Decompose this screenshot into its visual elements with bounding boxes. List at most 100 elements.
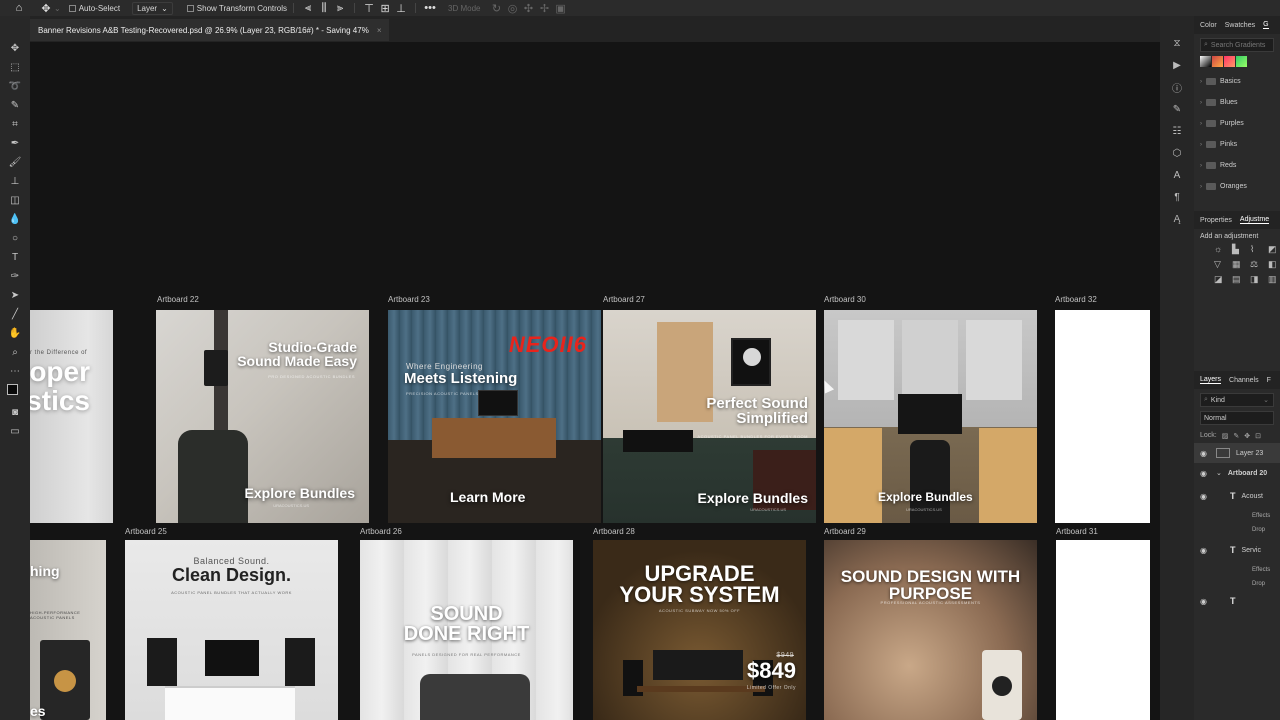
- auto-select-checkbox[interactable]: Auto-Select: [68, 4, 120, 13]
- home-icon[interactable]: ⌂: [0, 0, 38, 16]
- curves-icon[interactable]: ⌇: [1250, 244, 1264, 255]
- 3d-camera-icon[interactable]: ▣: [553, 0, 569, 16]
- blend-mode-dropdown[interactable]: Normal: [1200, 411, 1274, 425]
- type-tool-icon[interactable]: T: [4, 249, 26, 266]
- info-icon[interactable]: ⓘ: [1167, 80, 1187, 95]
- tab-adjustments[interactable]: Adjustme: [1239, 216, 1270, 224]
- align-bottom-icon[interactable]: ⊥: [393, 0, 409, 16]
- align-left-icon[interactable]: ⫷: [300, 0, 316, 16]
- artboard-26-label[interactable]: Artboard 26: [360, 527, 402, 536]
- adjustments-icon[interactable]: ☷: [1167, 124, 1187, 138]
- more-options-icon[interactable]: •••: [422, 0, 438, 16]
- artboard-23[interactable]: NEOII6 Where Engineering Meets Listening…: [388, 310, 601, 523]
- artboard-29-label[interactable]: Artboard 29: [824, 527, 866, 536]
- zoom-tool-icon[interactable]: ⌕: [4, 344, 26, 361]
- folder-basics[interactable]: › Basics: [1194, 71, 1280, 92]
- folder-reds[interactable]: › Reds: [1194, 155, 1280, 176]
- gradient-map-icon[interactable]: ▥: [1268, 274, 1280, 285]
- quick-select-tool-icon[interactable]: ✎: [4, 97, 26, 114]
- more-tools-icon[interactable]: ⋯: [4, 363, 26, 380]
- gradient-swatch[interactable]: [1236, 56, 1247, 67]
- folder-pinks[interactable]: › Pinks: [1194, 134, 1280, 155]
- artboard-32-label[interactable]: Artboard 32: [1055, 295, 1097, 304]
- lock-brush-icon[interactable]: ✎: [1233, 432, 1239, 440]
- visibility-eye-icon[interactable]: ◉: [1200, 597, 1210, 606]
- document-tab[interactable]: Banner Revisions A&B Testing-Recovered.p…: [30, 19, 390, 41]
- invert-icon[interactable]: ◪: [1214, 274, 1228, 285]
- artboard-partial-left-bottom[interactable]: hing HIGH-PERFORMANCE ACOUSTIC PANELS es: [30, 540, 106, 720]
- artboard-32[interactable]: [1055, 310, 1150, 523]
- visibility-eye-icon[interactable]: ◉: [1200, 449, 1210, 458]
- hand-tool-icon[interactable]: ✋: [4, 325, 26, 342]
- layer-effect-drop-shadow[interactable]: Drop: [1194, 523, 1280, 537]
- layer-row-artboard-20[interactable]: ◉ ⌄ Artboard 20: [1194, 463, 1280, 483]
- artboard-31[interactable]: [1056, 540, 1150, 720]
- layer-effects-label[interactable]: Effects: [1194, 563, 1280, 577]
- artboard-22[interactable]: Studio-Grade Sound Made Easy PRO DESIGNE…: [156, 310, 369, 523]
- brush-tool-icon[interactable]: 🖌: [4, 154, 26, 171]
- actions-play-icon[interactable]: ▶: [1167, 58, 1187, 72]
- glyphs-icon[interactable]: Ą: [1167, 212, 1187, 226]
- layer-row-layer-23[interactable]: ◉ Layer 23: [1194, 443, 1280, 463]
- eyedropper-tool-icon[interactable]: ✒: [4, 135, 26, 152]
- eraser-tool-icon[interactable]: ◫: [4, 192, 26, 209]
- vibrance-icon[interactable]: ▽: [1214, 259, 1228, 270]
- artboard-25[interactable]: Balanced Sound. Clean Design. ACOUSTIC P…: [125, 540, 338, 720]
- folder-oranges[interactable]: › Oranges: [1194, 176, 1280, 197]
- lasso-tool-icon[interactable]: ➰: [4, 78, 26, 95]
- history-icon[interactable]: ⧖: [1167, 36, 1187, 50]
- artboard-30[interactable]: Explore Bundles URACOUSTICS.US: [824, 310, 1037, 523]
- layer-filter-dropdown[interactable]: ⌕ Kind ⌄: [1200, 393, 1274, 407]
- align-top-icon[interactable]: ⊤: [361, 0, 377, 16]
- brush-settings-icon[interactable]: ✎: [1167, 102, 1187, 116]
- chevron-down-icon[interactable]: ⌄: [1216, 469, 1222, 477]
- hue-saturation-icon[interactable]: ▦: [1232, 259, 1246, 270]
- tab-color[interactable]: Color: [1200, 22, 1217, 29]
- threshold-icon[interactable]: ◨: [1250, 274, 1264, 285]
- artboard-31-label[interactable]: Artboard 31: [1056, 527, 1098, 536]
- 3d-rotate-icon[interactable]: ↻: [489, 0, 505, 16]
- posterize-icon[interactable]: ▤: [1232, 274, 1246, 285]
- tab-gradients[interactable]: G: [1263, 21, 1269, 29]
- line-tool-icon[interactable]: ╱: [4, 306, 26, 323]
- visibility-eye-icon[interactable]: ◉: [1200, 492, 1210, 501]
- screen-mode-icon[interactable]: ▭: [4, 423, 26, 440]
- artboard-25-label[interactable]: Artboard 25: [125, 527, 167, 536]
- auto-select-target-dropdown[interactable]: Layer ⌄: [132, 1, 173, 15]
- canvas-area[interactable]: r the Difference of oper stics Artboard …: [30, 42, 1160, 720]
- artboard-28[interactable]: UPGRADE YOUR SYSTEM ACOUSTIC SUBWAY NOW …: [593, 540, 806, 720]
- lock-artboard-icon[interactable]: ⊡: [1255, 432, 1261, 440]
- move-tool-icon[interactable]: ✥: [4, 40, 26, 57]
- layer-effects-label[interactable]: Effects: [1194, 509, 1280, 523]
- color-swatches[interactable]: [4, 382, 26, 402]
- 3d-cube-icon[interactable]: ⬡: [1167, 146, 1187, 160]
- gradient-swatch[interactable]: [1224, 56, 1235, 67]
- visibility-eye-icon[interactable]: ◉: [1200, 546, 1210, 555]
- artboard-partial-left-top[interactable]: r the Difference of oper stics: [30, 310, 113, 523]
- 3d-slide-icon[interactable]: ✢: [537, 0, 553, 16]
- move-tool-icon[interactable]: ✥: [38, 0, 54, 16]
- paragraph-icon[interactable]: ¶: [1167, 190, 1187, 204]
- artboard-23-label[interactable]: Artboard 23: [388, 295, 430, 304]
- tab-layers[interactable]: Layers: [1200, 376, 1222, 384]
- layer-effect-drop-shadow[interactable]: Drop: [1194, 577, 1280, 591]
- tool-preset-chevron-icon[interactable]: ⌄: [54, 4, 61, 13]
- character-icon[interactable]: A: [1167, 168, 1187, 182]
- folder-blues[interactable]: › Blues: [1194, 92, 1280, 113]
- gradient-search-input[interactable]: ⌕ Search Gradients: [1200, 38, 1274, 52]
- align-right-icon[interactable]: ⫸: [332, 0, 348, 16]
- blur-tool-icon[interactable]: 💧: [4, 211, 26, 228]
- visibility-eye-icon[interactable]: ◉: [1200, 469, 1210, 478]
- gradient-swatch[interactable]: [1200, 56, 1211, 67]
- exposure-icon[interactable]: ◩: [1268, 244, 1280, 255]
- folder-purples[interactable]: › Purples: [1194, 113, 1280, 134]
- show-transform-checkbox[interactable]: Show Transform Controls: [186, 4, 287, 13]
- tab-properties[interactable]: Properties: [1200, 217, 1232, 224]
- color-balance-icon[interactable]: ⚖: [1250, 259, 1264, 270]
- lock-position-icon[interactable]: ✥: [1244, 432, 1250, 440]
- artboard-26[interactable]: SOUND DONE RIGHT PANELS DESIGNED FOR REA…: [360, 540, 573, 720]
- layer-row-text-3[interactable]: ◉ T: [1194, 591, 1280, 611]
- artboard-27[interactable]: Perfect Sound Simplified ACOUSTIC PANEL …: [603, 310, 816, 523]
- artboard-22-label[interactable]: Artboard 22: [157, 295, 199, 304]
- gradient-swatch[interactable]: [1212, 56, 1223, 67]
